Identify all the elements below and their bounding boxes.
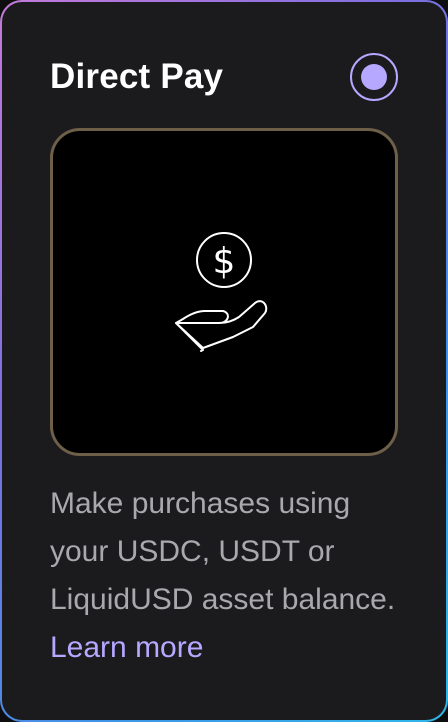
open-hand-shape [175, 300, 268, 352]
learn-more-link[interactable]: Learn more [50, 631, 203, 664]
description-text: Make purchases using your USDC, USDT or … [50, 487, 396, 616]
direct-pay-card[interactable]: Direct Pay $ Make purchases using your U… [2, 2, 446, 720]
illustration-panel: $ [50, 128, 398, 456]
hand-with-dollar-coin-icon: $ [175, 232, 268, 352]
card-description: Make purchases using your USDC, USDT or … [50, 480, 410, 672]
card-title: Direct Pay [50, 57, 224, 96]
dollar-symbol: $ [213, 241, 236, 282]
radio-selected-dot [361, 64, 387, 90]
payment-option-card-border[interactable]: Direct Pay $ Make purchases using your U… [0, 0, 448, 722]
selected-radio-button[interactable] [350, 53, 398, 101]
